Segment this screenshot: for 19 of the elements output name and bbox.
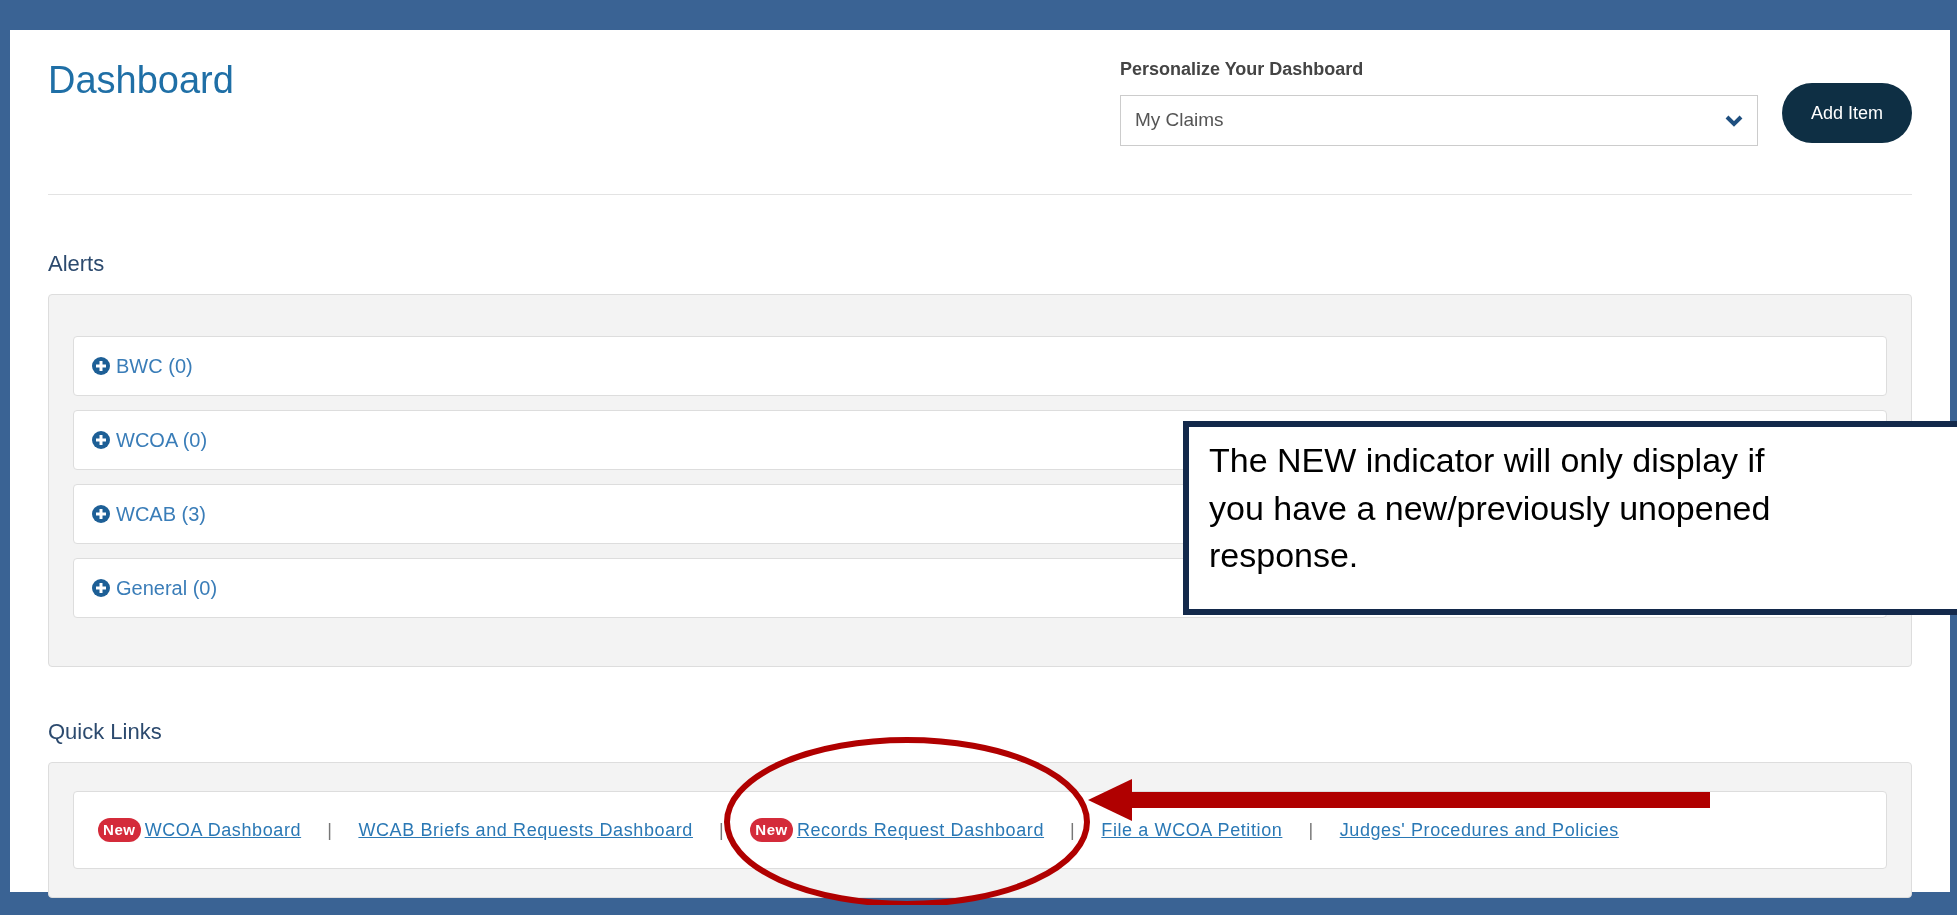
quick-link[interactable]: WCAB Briefs and Requests Dashboard <box>358 816 693 844</box>
link-separator: | <box>1070 818 1076 842</box>
link-separator: | <box>718 818 725 842</box>
add-item-button[interactable]: Add Item <box>1781 83 1912 143</box>
link-separator: | <box>1308 818 1314 842</box>
quick-link[interactable]: WCOA Dashboard <box>144 816 302 844</box>
quick-link[interactable]: File a WCOA Petition <box>1101 816 1283 844</box>
alert-row[interactable]: BWC (0) <box>73 336 1887 396</box>
link-separator: | <box>327 818 333 842</box>
quick-link[interactable]: Records Request Dashboard <box>796 816 1045 844</box>
dashboard-select[interactable]: My Claims <box>1119 95 1758 146</box>
section-heading: Alerts <box>48 250 106 278</box>
page-title: Dashboard <box>48 58 234 103</box>
new-badge: New <box>98 817 141 843</box>
personalize-label: Personalize Your Dashboard <box>1119 58 1365 81</box>
section-heading: Quick Links <box>48 718 163 746</box>
chevron-down-icon <box>1724 114 1743 127</box>
quick-link[interactable]: Judges' Procedures and Policies <box>1339 816 1619 844</box>
new-badge: New <box>750 817 793 843</box>
